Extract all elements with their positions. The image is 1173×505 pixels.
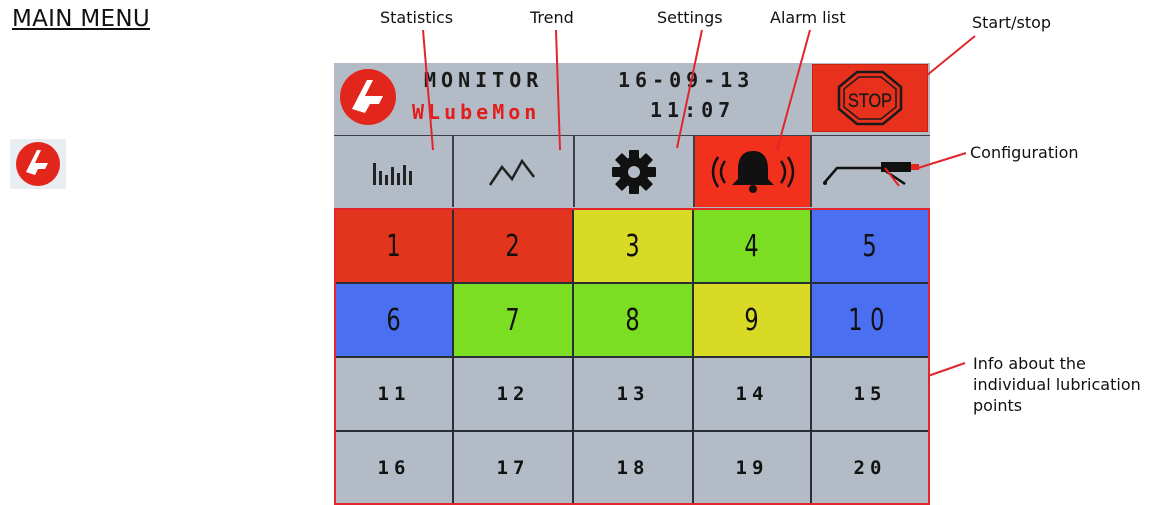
info-annotation-line: individual lubrication [973, 375, 1141, 394]
lubrication-point-15[interactable]: 15 [812, 358, 928, 432]
statistics-button[interactable] [334, 135, 454, 207]
info-annotation-line: Info about the [973, 354, 1086, 373]
lubrication-point-label: 5 [862, 228, 878, 264]
lubrication-point-label: 14 [735, 383, 769, 405]
info-annotation-line: points [973, 396, 1023, 415]
statistics-annotation: Statistics [380, 8, 454, 27]
lubrication-point-3[interactable]: 3 [574, 210, 694, 284]
settings-gear-icon [612, 149, 656, 194]
lubrication-point-13[interactable]: 13 [574, 358, 694, 432]
lubrication-point-20[interactable]: 20 [812, 432, 928, 503]
lubrication-point-label: 6 [386, 302, 402, 338]
lubrication-point-label: 16 [377, 456, 411, 479]
lubrication-point-5[interactable]: 5 [812, 210, 928, 284]
configuration-annotation: Configuration [970, 143, 1079, 162]
brand-logo-icon [10, 139, 66, 189]
lubrication-point-2[interactable]: 2 [454, 210, 574, 284]
alarm-bell-icon [711, 150, 794, 193]
configuration-button[interactable] [812, 135, 930, 207]
trend-annotation: Trend [530, 8, 574, 27]
lubrication-point-label: 4 [744, 228, 760, 264]
lubrication-point-label: 3 [625, 228, 641, 264]
lubrication-point-label: 10 [848, 302, 892, 338]
lubrication-point-label: 1 [386, 228, 402, 264]
stop-sign-icon: STOP [837, 70, 903, 126]
lubrication-point-label: 19 [735, 456, 769, 479]
lubrication-point-label: 7 [505, 302, 521, 338]
settings-button[interactable] [575, 135, 695, 207]
lubrication-point-11[interactable]: 11 [336, 358, 454, 432]
alarm-list-annotation: Alarm list [770, 8, 846, 27]
lubrication-point-17[interactable]: 17 [454, 432, 574, 503]
lubrication-point-label: 20 [853, 456, 887, 479]
product-brand: WLubeMon [412, 100, 541, 124]
lubrication-gun-icon [823, 161, 919, 187]
lubrication-point-12[interactable]: 12 [454, 358, 574, 432]
trend-button[interactable] [454, 135, 575, 207]
page-title: MAIN MENU [12, 6, 150, 32]
time-display: 11:07 [650, 98, 736, 122]
lubrication-point-6[interactable]: 6 [336, 284, 454, 358]
lubrication-point-9[interactable]: 9 [694, 284, 812, 358]
lubrication-point-label: 8 [625, 302, 641, 338]
header-logo-icon [334, 63, 400, 131]
lubrication-point-8[interactable]: 8 [574, 284, 694, 358]
stop-label: STOP [848, 91, 892, 112]
lubrication-point-label: 9 [744, 302, 760, 338]
lubrication-point-label: 11 [377, 383, 411, 405]
lubrication-point-16[interactable]: 16 [336, 432, 454, 503]
lubrication-point-7[interactable]: 7 [454, 284, 574, 358]
trend-icon [488, 158, 535, 186]
lubrication-point-label: 13 [616, 383, 650, 405]
product-name: MONITOR [424, 68, 544, 92]
start-stop-annotation: Start/stop [972, 13, 1052, 32]
lubrication-point-19[interactable]: 19 [694, 432, 812, 503]
lubrication-point-14[interactable]: 14 [694, 358, 812, 432]
lubrication-point-label: 17 [496, 456, 530, 479]
info-annotation: Info about the individual lubrication po… [973, 353, 1141, 416]
lubrication-point-label: 2 [505, 228, 521, 264]
lubrication-point-4[interactable]: 4 [694, 210, 812, 284]
statistics-icon [373, 162, 412, 185]
start-stop-button[interactable]: STOP [812, 64, 928, 132]
lubrication-point-10[interactable]: 10 [812, 284, 928, 358]
alarm-list-button[interactable] [695, 135, 812, 207]
lubrication-point-18[interactable]: 18 [574, 432, 694, 503]
date-display: 16-09-13 [618, 68, 755, 92]
lubrication-point-label: 18 [616, 456, 650, 479]
lubrication-point-label: 12 [496, 383, 530, 405]
settings-annotation: Settings [657, 8, 723, 27]
lubrication-point-1[interactable]: 1 [336, 210, 454, 284]
lubrication-point-label: 15 [853, 383, 887, 405]
